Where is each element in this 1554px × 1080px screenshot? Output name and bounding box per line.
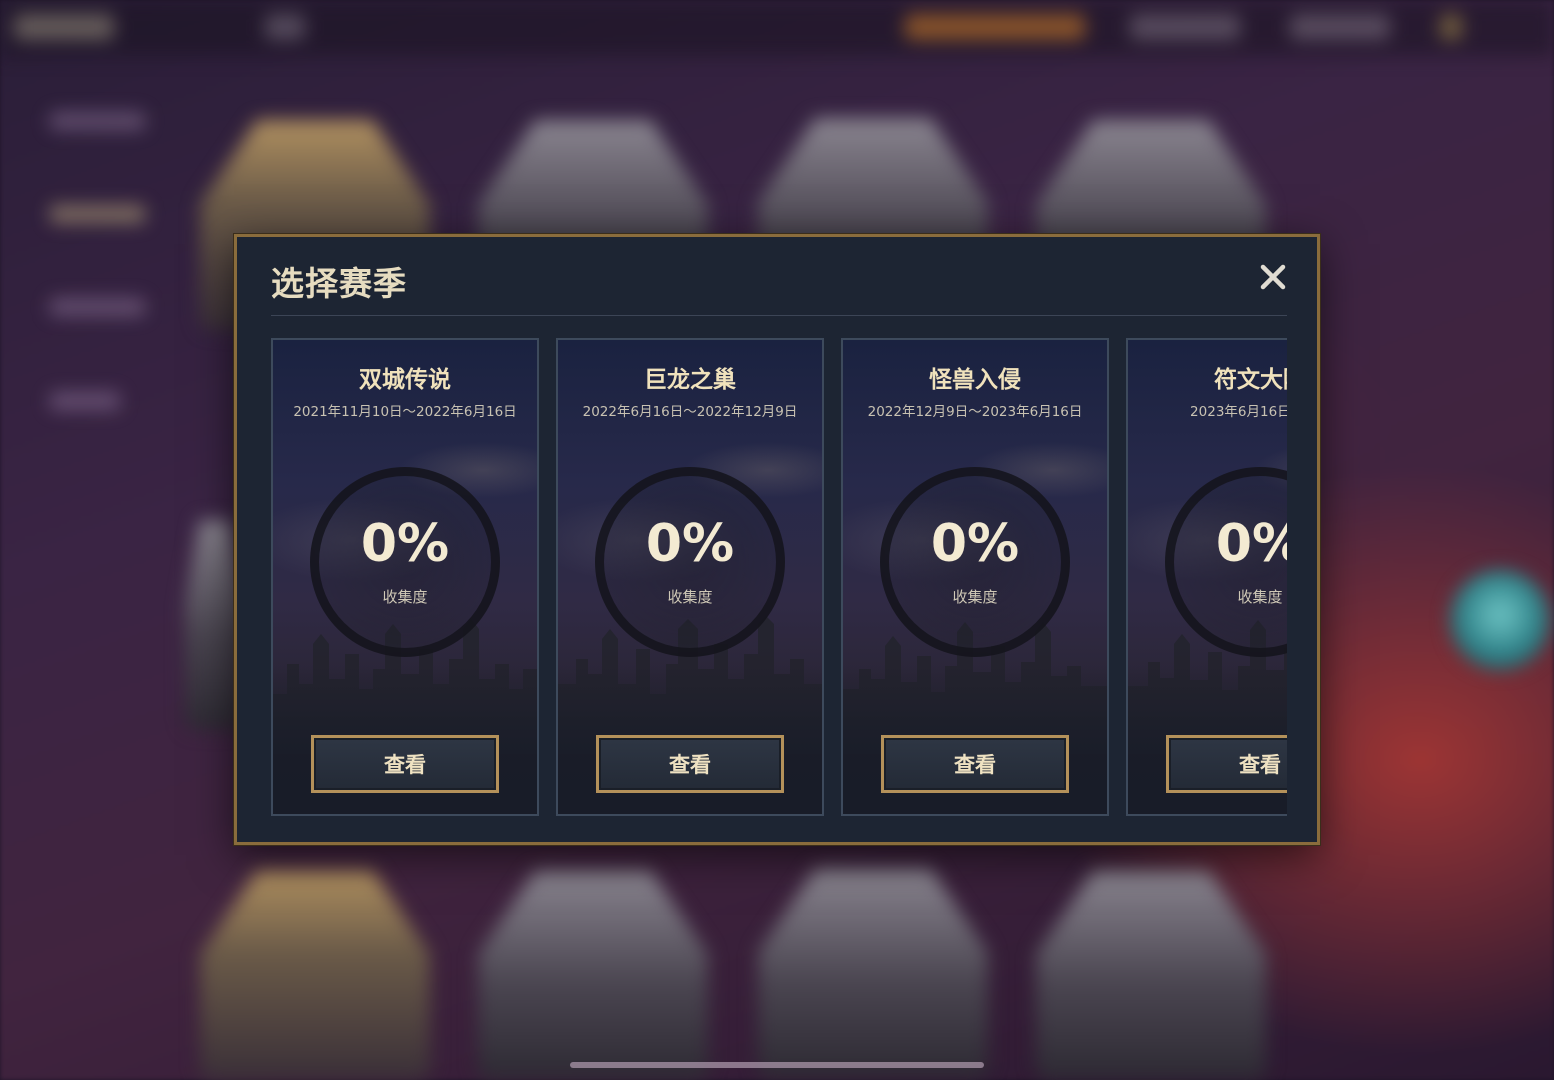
collection-percent: 0% <box>645 514 735 574</box>
collection-percent: 0% <box>1215 514 1287 574</box>
view-button[interactable]: 查看 <box>596 735 784 793</box>
collection-label: 收集度 <box>952 588 998 606</box>
title-divider <box>271 315 1287 316</box>
collection-percent: 0% <box>360 514 450 574</box>
season-dates: 2021年11月10日～2022年6月16日 <box>293 404 517 420</box>
season-dates: 2022年12月9日～2023年6月16日 <box>867 404 1083 420</box>
season-card[interactable]: 怪兽入侵 2022年12月9日～2023年6月16日 0% 收集度 查看 <box>841 338 1109 816</box>
view-button[interactable]: 查看 <box>311 735 499 793</box>
collection-percent: 0% <box>930 514 1020 574</box>
collection-label: 收集度 <box>667 588 713 606</box>
season-name: 双城传说 <box>359 367 451 393</box>
season-dates: 2023年6月16日～202 <box>1190 404 1287 420</box>
season-name: 巨龙之巢 <box>644 367 736 393</box>
season-dates: 2022年6月16日～2022年12月9日 <box>582 404 798 420</box>
profile-orb <box>1450 570 1550 670</box>
modal-title: 选择赛季 <box>271 264 407 303</box>
season-name: 怪兽入侵 <box>929 367 1021 393</box>
collection-label: 收集度 <box>382 588 428 606</box>
season-card-list[interactable]: 双城传说 2021年11月10日～2022年6月16日 0% 收集度 查看 巨龙… <box>271 338 1287 818</box>
season-card[interactable]: 双城传说 2021年11月10日～2022年6月16日 0% 收集度 查看 <box>271 338 539 816</box>
app-root: 选择赛季 双城传说 2021年11月10日～2022年6月16日 0% 收集度 … <box>0 0 1554 1080</box>
season-name: 符文大陆 <box>1214 367 1287 393</box>
home-indicator[interactable] <box>570 1062 984 1068</box>
top-bar <box>0 0 1554 56</box>
season-card[interactable]: 符文大陆 2023年6月16日～202 0% 收集度 查看 <box>1126 338 1287 816</box>
view-button[interactable]: 查看 <box>1166 735 1287 793</box>
close-button[interactable] <box>1253 257 1293 297</box>
collection-label: 收集度 <box>1237 588 1283 606</box>
season-card[interactable]: 巨龙之巢 2022年6月16日～2022年12月9日 0% 收集度 查看 <box>556 338 824 816</box>
season-select-modal: 选择赛季 双城传说 2021年11月10日～2022年6月16日 0% 收集度 … <box>234 234 1320 845</box>
view-button[interactable]: 查看 <box>881 735 1069 793</box>
close-icon <box>1260 264 1286 290</box>
